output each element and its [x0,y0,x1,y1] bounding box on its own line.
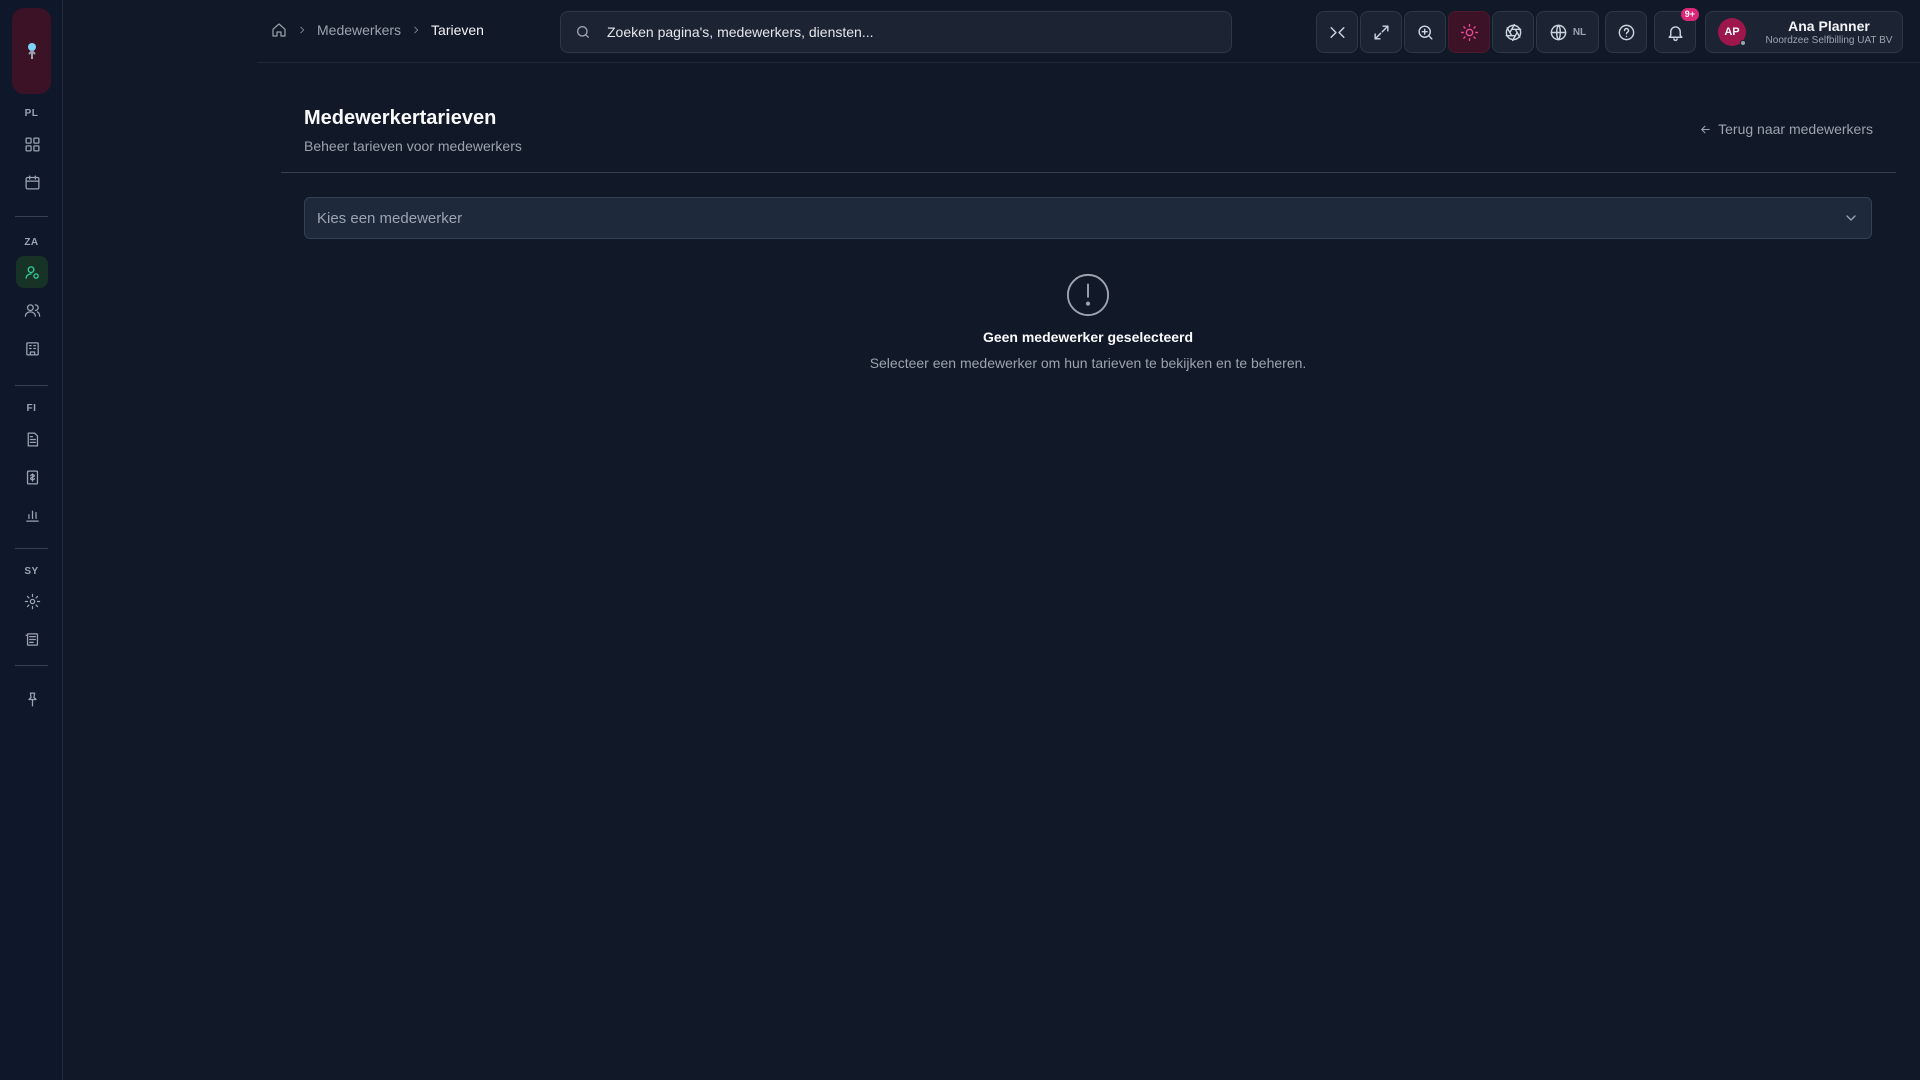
grid-icon [24,136,40,152]
home-icon[interactable] [271,22,287,38]
page-subtitle: Beheer tarieven voor medewerkers [304,138,522,154]
avatar: AP [1718,18,1746,46]
sidebar-section-fi: FI [26,403,37,414]
back-link-label: Terug naar medewerkers [1718,121,1873,137]
logo-icon [27,43,36,59]
language-button[interactable]: NL [1536,11,1599,53]
search-bar[interactable] [560,11,1232,53]
breadcrumb-current: Tarieven [431,22,484,38]
expand-icon [1373,24,1389,40]
appearance-button[interactable] [1492,11,1534,53]
breadcrumb: Medewerkers Tarieven [271,22,484,38]
sidebar-divider [15,385,48,386]
search-icon [577,26,589,38]
page-title: Medewerkertarieven [304,107,497,129]
empty-state: Geen medewerker geselecteerd Selecteer e… [304,272,1872,371]
alert-circle-icon [1066,273,1110,317]
employee-select[interactable]: Kies een medewerker [304,197,1872,239]
user-menu[interactable]: AP Ana Planner Noordzee Selfbilling UAT … [1705,11,1903,53]
help-circle-icon [1618,24,1634,40]
sidebar-divider [15,665,48,666]
sidebar-divider [15,216,48,217]
calendar-icon [24,174,40,190]
globe-icon [1550,24,1567,40]
sidebar-item-logs[interactable] [16,623,48,655]
search-input[interactable] [607,24,1207,40]
user-organization: Noordzee Selfbilling UAT BV [1765,35,1893,46]
notification-badge: 9+ [1680,8,1699,21]
sun-icon [1460,23,1478,41]
sidebar-pin-button[interactable] [16,683,48,715]
employee-select-placeholder: Kies een medewerker [317,209,463,227]
breadcrumb-link-medewerkers[interactable]: Medewerkers [317,22,401,38]
sidebar-item-employees[interactable] [16,256,48,288]
collapse-icon [1329,26,1345,38]
app-logo[interactable] [12,8,51,94]
theme-toggle-button[interactable] [1448,11,1490,53]
gear-icon [24,593,40,609]
sidebar-item-settings[interactable] [16,585,48,617]
chevron-right-icon [300,26,305,34]
back-to-employees-link[interactable]: Terug naar medewerkers [1699,121,1873,137]
building-icon [25,341,39,356]
users-icon [24,303,40,317]
user-cog-icon [24,265,39,279]
page-header: Medewerkertarieven Beheer tarieven voor … [281,63,1896,173]
pin-icon [27,691,37,707]
notifications-button[interactable]: 9+ [1654,8,1699,53]
empty-state-title: Geen medewerker geselecteerd [982,329,1194,345]
sidebar-section-sy: SY [24,566,39,577]
invoice-icon [26,469,38,485]
document-icon [27,431,38,447]
help-button[interactable] [1605,11,1647,53]
collapse-sidebar-button[interactable] [1316,11,1358,53]
fullscreen-button[interactable] [1360,11,1402,53]
user-info: Ana Planner Noordzee Selfbilling UAT BV [1756,18,1902,46]
chevron-right-icon [414,26,419,34]
zoom-in-icon [1417,24,1433,40]
bar-chart-icon [25,510,39,522]
language-label: NL [1572,26,1587,38]
sidebar-item-users[interactable] [16,294,48,326]
topbar: Medewerkers Tarieven NL 9+ AP Ana Pl [257,0,1920,63]
bell-icon [1667,25,1683,41]
sidebar-item-calendar[interactable] [16,166,48,198]
aperture-icon [1505,23,1521,41]
sidebar-item-documents[interactable] [16,423,48,455]
chevron-down-icon [1846,215,1856,221]
sidebar-item-reports[interactable] [16,499,48,531]
sidebar-item-invoices[interactable] [16,461,48,493]
sidebar-item-buildings[interactable] [16,332,48,364]
sidebar-item-dashboard[interactable] [16,128,48,160]
sidebar-divider [15,548,48,549]
zoom-button[interactable] [1404,11,1446,53]
sidebar: PL ZA FI SY [0,0,63,1080]
avatar-initials: AP [1724,26,1740,38]
sidebar-section-pl: PL [24,108,39,119]
status-dot [1740,40,1746,46]
scroll-icon [24,632,38,646]
sidebar-section-za: ZA [24,237,39,248]
arrow-left-icon [1701,125,1710,133]
empty-state-message: Selecteer een medewerker om hun tarieven… [869,355,1307,371]
user-name: Ana Planner [1788,18,1870,34]
